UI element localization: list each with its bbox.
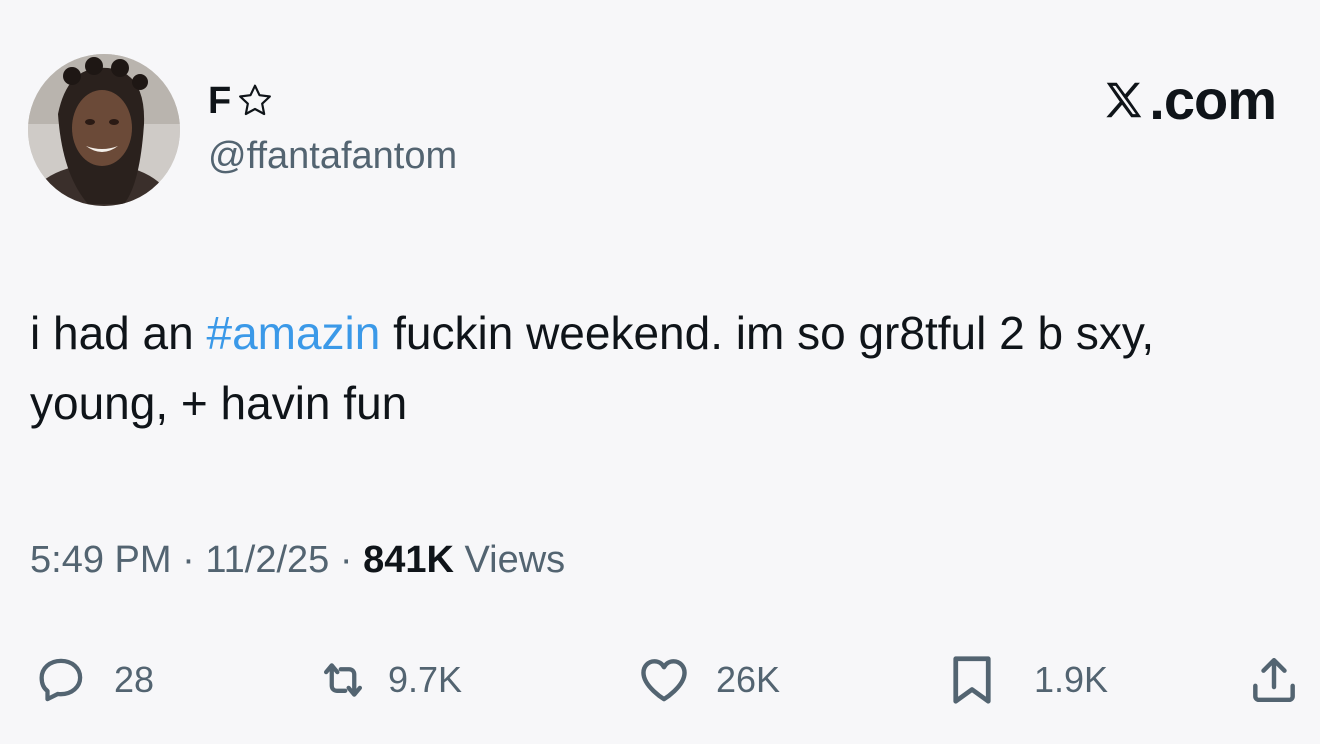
tweet-text-before: i had an [30,307,207,359]
views-label: Views [453,539,566,581]
meta-separator: · [329,539,364,581]
x-logo-icon [1101,77,1147,123]
repost-icon [323,663,363,697]
tweet-date[interactable]: 11/2/25 [205,539,329,581]
avatar-image [28,54,180,206]
brand-text: .com [1149,68,1277,131]
heart-icon [641,659,687,702]
user-handle[interactable]: @ffantafantom [208,134,457,180]
reply-icon [39,658,83,702]
repost-button[interactable]: 9.7K [316,648,462,712]
reply-count: 28 [114,659,155,700]
bookmark-icon [953,656,991,704]
repost-count: 9.7K [388,659,463,700]
like-button[interactable]: 26K [636,648,780,712]
share-button[interactable] [1246,648,1302,712]
star-icon [235,81,275,121]
like-count: 26K [716,659,781,700]
share-icon [1253,657,1295,703]
name-row: F [208,76,275,126]
display-name[interactable]: F [208,82,231,120]
action-bar: 28 9.7K 26K 1.9K [0,640,1320,720]
bookmark-count: 1.9K [1034,659,1109,700]
tweet-time[interactable]: 5:49 PM [30,539,172,581]
reply-button[interactable]: 28 [34,648,154,712]
tweet-card: F @ffantafantom .com i had an #amazin fu… [0,0,1320,744]
meta-separator: · [171,539,206,581]
views-count: 841K [363,539,454,581]
bookmark-button[interactable]: 1.9K [942,648,1108,712]
tweet-meta: 5:49 PM · 11/2/25 · 841K Views [30,538,565,584]
hashtag-link[interactable]: #amazin [206,307,380,359]
tweet-text: i had an #amazin fuckin weekend. im so g… [30,298,1300,438]
avatar[interactable] [28,54,180,206]
source-brand: .com [1101,68,1277,132]
